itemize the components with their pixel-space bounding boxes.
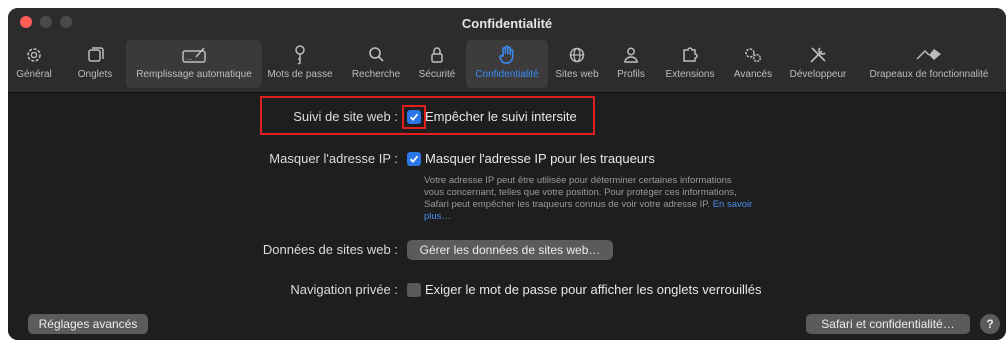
safari-privacy-button[interactable]: Safari et confidentialité… [806, 314, 970, 334]
hide-ip-option[interactable]: Masquer l'adresse IP pour les traqueurs [425, 151, 655, 166]
require-password-checkbox[interactable] [407, 283, 421, 297]
privacy-pane: Suivi de site web : Empêcher le suivi in… [8, 93, 1006, 340]
hide-ip-description: Votre adresse IP peut être utilisée pour… [424, 175, 754, 223]
tab-general-label: Général [16, 69, 52, 80]
settings-window: Confidentialité Général Onglets ... Remp… [8, 8, 1006, 340]
hide-ip-label: Masquer l'adresse IP : [269, 151, 398, 166]
tools-icon [807, 42, 829, 68]
tab-extensions[interactable]: Extensions [658, 40, 722, 88]
preferences-tabs: Général Onglets ... Remplissage automati… [8, 40, 1006, 90]
person-icon [621, 42, 641, 68]
hand-icon [497, 42, 517, 68]
tab-advanced[interactable]: Avancés [728, 40, 778, 88]
website-data-label: Données de sites web : [262, 242, 398, 257]
tab-search[interactable]: Recherche [348, 40, 404, 88]
lock-icon [427, 42, 447, 68]
tab-websites-label: Sites web [555, 69, 599, 80]
key-icon [290, 42, 310, 68]
tab-security-label: Sécurité [418, 69, 456, 80]
hide-ip-checkbox[interactable] [407, 152, 421, 166]
tab-tabs-label: Onglets [77, 69, 113, 80]
autofill-icon: ... [180, 42, 208, 68]
tab-search-label: Recherche [351, 69, 401, 80]
tab-websites[interactable]: Sites web [552, 40, 602, 88]
tab-tabs[interactable]: Onglets [70, 40, 120, 88]
tab-feature-flags-label: Drapeaux de fonctionnalité [869, 69, 989, 80]
highlight-box-row [260, 96, 595, 135]
private-browsing-label: Navigation privée : [290, 282, 398, 297]
tab-privacy[interactable]: Confidentialité [466, 40, 548, 88]
tab-advanced-label: Avancés [733, 69, 773, 80]
window-title: Confidentialité [461, 16, 553, 31]
tab-general[interactable]: Général [14, 40, 54, 88]
tab-privacy-label: Confidentialité [475, 69, 539, 80]
svg-text:...: ... [186, 54, 193, 62]
tab-autofill[interactable]: ... Remplissage automatique [126, 40, 262, 88]
advanced-settings-button[interactable]: Réglages avancés [28, 314, 148, 334]
screenshot-frame: Confidentialité Général Onglets ... Remp… [0, 0, 1007, 344]
tab-security[interactable]: Sécurité [414, 40, 460, 88]
search-icon [366, 42, 386, 68]
tab-feature-flags[interactable]: Drapeaux de fonctionnalité [858, 40, 1000, 88]
require-password-option[interactable]: Exiger le mot de passe pour afficher les… [425, 282, 762, 297]
tab-passwords[interactable]: Mots de passe [264, 40, 336, 88]
hide-ip-description-text: Votre adresse IP peut être utilisée pour… [424, 175, 737, 210]
tab-profiles-label: Profils [617, 69, 645, 80]
tab-extensions-label: Extensions [665, 69, 715, 80]
manage-website-data-button[interactable]: Gérer les données de sites web… [407, 240, 613, 260]
tab-passwords-label: Mots de passe [267, 69, 333, 80]
gear-icon [24, 42, 44, 68]
flags-icon [914, 42, 944, 68]
gears-icon [742, 42, 764, 68]
tab-profiles[interactable]: Profils [611, 40, 651, 88]
tab-developer[interactable]: Développeur [784, 40, 852, 88]
highlight-box-checkbox [402, 105, 426, 129]
puzzle-icon [680, 42, 700, 68]
tab-autofill-label: Remplissage automatique [136, 69, 252, 80]
globe-icon [567, 42, 587, 68]
toolbar: Confidentialité Général Onglets ... Remp… [8, 8, 1006, 93]
help-button[interactable]: ? [980, 314, 1000, 334]
tabs-icon [85, 42, 105, 68]
tab-developer-label: Développeur [789, 69, 847, 80]
